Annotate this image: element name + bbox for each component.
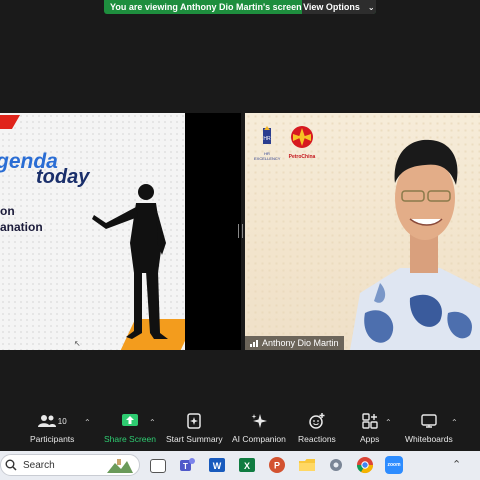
mouse-cursor-icon: ↖ <box>74 339 81 348</box>
hr-logo-text: HR EXCELLENCY <box>254 151 281 161</box>
smiley-plus-icon <box>309 413 325 429</box>
whiteboards-button[interactable]: Whiteboards <box>405 412 453 444</box>
zoom-app-label: zoom <box>387 462 401 468</box>
search-icon <box>5 459 17 471</box>
petrochina-petal-icon <box>291 126 313 148</box>
screen-share-banner: You are viewing Anthony Dio Martin's scr… <box>104 0 376 14</box>
start-summary-button[interactable]: Start Summary <box>166 412 223 444</box>
zoom-icon[interactable]: zoom <box>385 456 403 474</box>
presenter-silhouette-icon <box>92 184 168 339</box>
file-explorer-icon[interactable] <box>298 456 316 474</box>
apps-options-chevron-icon[interactable]: ⌃ <box>385 418 392 427</box>
participant-person-image <box>350 139 480 350</box>
whiteboard-icon <box>421 414 437 428</box>
apps-button[interactable]: Apps <box>360 412 379 444</box>
summary-document-icon <box>187 413 202 429</box>
brand-word-today: today <box>36 166 90 188</box>
slide-topic-line1: on <box>0 204 15 218</box>
powerpoint-icon[interactable]: P <box>268 456 286 474</box>
share-screen-icon <box>121 414 138 426</box>
search-highlight-icon <box>107 459 133 473</box>
apps-icon <box>361 413 378 429</box>
excel-icon[interactable]: X <box>238 456 256 474</box>
svg-text:HR: HR <box>263 136 271 142</box>
petrochina-logo-text: PetroChina <box>288 154 316 160</box>
participants-options-chevron-icon[interactable]: ⌃ <box>84 418 91 427</box>
participants-count: 10 <box>57 416 67 426</box>
share-screen-button[interactable]: Share Screen <box>104 412 156 444</box>
resize-handle[interactable] <box>238 224 243 238</box>
participant-name-tag: Anthony Dio Martin <box>245 336 344 350</box>
windows-taskbar: Search T W X P zoom ⌃ <box>0 451 480 480</box>
word-icon[interactable]: W <box>208 456 226 474</box>
svg-text:X: X <box>244 461 250 471</box>
teams-icon[interactable]: T <box>178 456 196 474</box>
petrochina-logo: PetroChina <box>286 125 318 160</box>
svg-text:P: P <box>274 461 280 471</box>
participants-label: Participants <box>30 434 75 444</box>
ai-companion-label: AI Companion <box>232 434 286 444</box>
screen-share-black-margin <box>185 113 241 350</box>
share-status-text: You are viewing Anthony Dio Martin's scr… <box>110 2 302 12</box>
share-screen-label: Share Screen <box>104 434 156 444</box>
reactions-button[interactable]: Reactions <box>298 412 336 444</box>
system-tray-chevron-icon[interactable]: ⌃ <box>452 458 461 471</box>
whiteboards-options-chevron-icon[interactable]: ⌃ <box>451 418 458 427</box>
ai-companion-button[interactable]: AI Companion <box>232 412 286 444</box>
whiteboards-label: Whiteboards <box>405 434 453 444</box>
svg-text:W: W <box>213 461 222 471</box>
search-placeholder: Search <box>23 459 55 471</box>
settings-icon[interactable] <box>327 456 345 474</box>
apps-label: Apps <box>360 434 380 444</box>
hr-logo-icon: HR <box>263 126 271 144</box>
task-view-icon[interactable] <box>150 459 166 473</box>
share-options-chevron-icon[interactable]: ⌃ <box>149 418 156 427</box>
hr-excellency-logo: HR HR EXCELLENCY <box>254 126 280 161</box>
chrome-icon[interactable] <box>356 456 374 474</box>
sparkle-icon <box>251 414 267 428</box>
participant-name: Anthony Dio Martin <box>262 338 339 348</box>
start-summary-label: Start Summary <box>166 434 223 444</box>
participants-icon <box>37 415 56 427</box>
chevron-down-icon: ⌄ <box>367 2 375 12</box>
participant-video-tile[interactable]: HR HR EXCELLENCY PetroChina Anthony Dio … <box>245 113 480 350</box>
view-options-label: View Options <box>303 2 360 12</box>
audio-signal-icon <box>250 339 258 347</box>
slide-topic-line2: anation <box>0 220 43 234</box>
view-options-button[interactable]: View Options ⌄ <box>301 0 376 14</box>
svg-text:T: T <box>183 462 188 471</box>
meeting-controls-toolbar: 10 Participants ⌃ Share Screen ⌃ Start S… <box>0 412 480 448</box>
taskbar-search-box[interactable]: Search <box>0 454 140 476</box>
shared-screen-content[interactable]: genda today on anation ↖ <box>0 113 185 350</box>
slide-topic: on anation <box>0 203 43 235</box>
participants-button[interactable]: 10 Participants <box>30 412 74 444</box>
reactions-label: Reactions <box>298 434 336 444</box>
